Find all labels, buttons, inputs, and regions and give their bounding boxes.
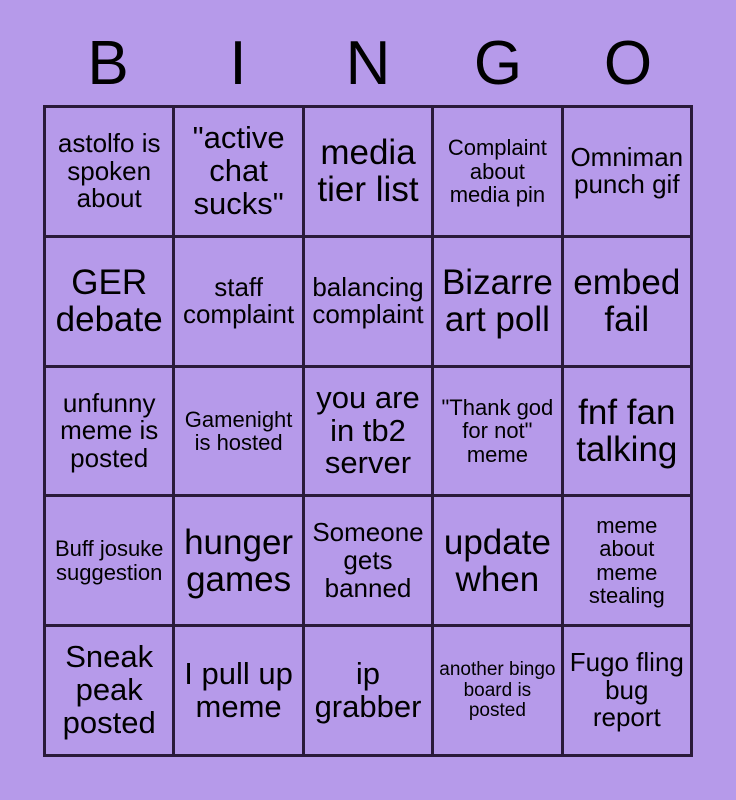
bingo-cell-r2c3[interactable]: balancing complaint xyxy=(304,237,435,368)
bingo-cell-r2c4[interactable]: Bizarre art poll xyxy=(434,237,564,368)
bingo-cell-label: media tier list xyxy=(317,133,419,210)
bingo-cell-label: Buff josuke suggestion xyxy=(54,536,164,585)
bingo-cell-label: fnf fan talking xyxy=(576,392,678,469)
bingo-cell-label: Complaint about media pin xyxy=(447,135,547,208)
bingo-cell-label: Sneak peak posted xyxy=(62,639,156,741)
bingo-cell-label: you are in tb2 server xyxy=(316,379,420,481)
header-letter-i: I xyxy=(229,28,247,98)
bingo-cell-r3c3[interactable]: you are in tb2 server xyxy=(304,367,435,498)
bingo-cell-r3c1[interactable]: unfunny meme is posted xyxy=(46,367,176,498)
bingo-cell-label: Someone gets banned xyxy=(312,517,424,603)
header-letter-n: N xyxy=(345,28,391,98)
bingo-cell-r1c1[interactable]: astolfo is spoken about xyxy=(46,108,176,238)
header-letter-g: G xyxy=(473,28,523,98)
bingo-cell-label: meme about meme stealing xyxy=(588,513,665,609)
header-letter-b: B xyxy=(87,28,129,98)
bingo-cell-label: balancing complaint xyxy=(312,271,424,330)
bingo-cell-r2c5[interactable]: embed fail xyxy=(563,237,693,368)
bingo-cell-r4c3[interactable]: Someone gets banned xyxy=(304,497,435,628)
bingo-cell-label: Fugo fling bug report xyxy=(569,647,684,733)
bingo-cell-r5c3[interactable]: ip grabber xyxy=(304,627,435,757)
bingo-cell-r1c4[interactable]: Complaint about media pin xyxy=(434,108,564,238)
bingo-cell-label: ip grabber xyxy=(314,655,422,724)
bingo-cell-r1c2[interactable]: "active chat sucks" xyxy=(175,108,305,238)
bingo-cell-r4c2[interactable]: hunger games xyxy=(175,497,305,628)
bingo-cell-r3c4[interactable]: "Thank god for not" meme xyxy=(434,367,564,498)
bingo-cell-r4c1[interactable]: Buff josuke suggestion xyxy=(46,497,176,628)
bingo-cell-label: astolfo is spoken about xyxy=(57,128,161,214)
bingo-cell-label: I pull up meme xyxy=(184,655,293,724)
bingo-cell-r5c4[interactable]: another bingo board is posted xyxy=(434,627,564,757)
bingo-cell-label: Bizarre art poll xyxy=(441,263,553,340)
bingo-cell-label: staff complaint xyxy=(182,271,295,330)
bingo-cell-r1c5[interactable]: Omniman punch gif xyxy=(563,108,693,238)
bingo-cell-label: Omniman punch gif xyxy=(570,141,684,200)
bingo-header: B I N G O xyxy=(43,22,693,105)
bingo-cell-r3c2[interactable]: Gamenight is hosted xyxy=(175,367,305,498)
bingo-cell-r2c1[interactable]: GER debate xyxy=(46,237,176,368)
bingo-cell-label: "active chat sucks" xyxy=(192,120,285,221)
bingo-cell-r3c5[interactable]: fnf fan talking xyxy=(563,367,693,498)
bingo-cell-label: embed fail xyxy=(573,263,681,340)
bingo-cell-label: update when xyxy=(443,522,551,599)
header-letter-o: O xyxy=(603,28,653,98)
bingo-cell-r5c5[interactable]: Fugo fling bug report xyxy=(563,627,693,757)
bingo-cell-r1c3[interactable]: media tier list xyxy=(304,108,435,238)
bingo-cell-r5c1[interactable]: Sneak peak posted xyxy=(46,627,176,757)
bingo-card: B I N G O astolfo is spoken about "active… xyxy=(0,0,736,800)
bingo-cell-label: another bingo board is posted xyxy=(439,659,556,721)
bingo-cell-label: hunger games xyxy=(184,522,294,599)
bingo-cell-label: "Thank god for not" meme xyxy=(441,395,554,467)
bingo-cell-r4c4[interactable]: update when xyxy=(434,497,564,628)
bingo-cell-label: Gamenight is hosted xyxy=(184,406,293,455)
bingo-grid: astolfo is spoken about "active chat suck… xyxy=(43,105,693,757)
bingo-cell-label: GER debate xyxy=(55,263,163,340)
bingo-cell-r2c2[interactable]: staff complaint xyxy=(175,237,305,368)
bingo-cell-r5c2[interactable]: I pull up meme xyxy=(175,627,305,757)
bingo-cell-label: unfunny meme is posted xyxy=(60,387,159,473)
bingo-cell-r4c5[interactable]: meme about meme stealing xyxy=(563,497,693,628)
